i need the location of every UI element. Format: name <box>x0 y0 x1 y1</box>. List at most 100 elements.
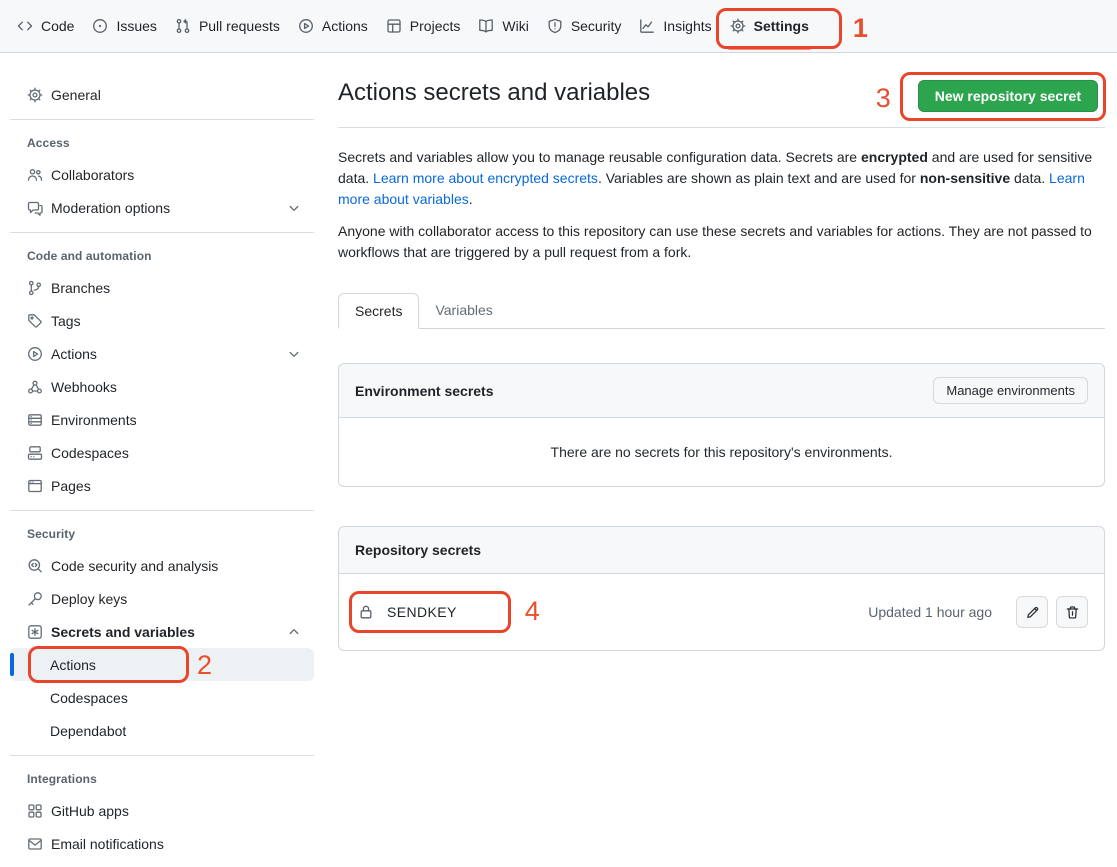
sidebar-item-tags[interactable]: Tags <box>10 304 314 337</box>
sidebar-divider <box>10 510 314 511</box>
annotation-number-4: 4 <box>525 598 540 625</box>
nav-tab-pull-requests[interactable]: Pull requests <box>166 0 289 52</box>
lock-icon <box>358 604 374 620</box>
sidebar-item-label: Branches <box>51 280 110 296</box>
project-table-icon <box>386 18 402 34</box>
secret-row: SENDKEY 4 Updated 1 hour ago <box>339 574 1104 650</box>
shield-icon <box>547 18 563 34</box>
comment-discussion-icon <box>27 200 43 216</box>
annotation-number-1: 1 <box>853 15 868 42</box>
sidebar-section-title-integrations: Integrations <box>0 764 322 794</box>
new-repository-secret-button[interactable]: New repository secret <box>918 80 1098 112</box>
sidebar-item-actions[interactable]: Actions <box>10 337 314 370</box>
sidebar-item-label: General <box>51 87 101 103</box>
annotation-number-2: 2 <box>197 652 212 679</box>
sidebar-item-label: Secrets and variables <box>51 624 195 640</box>
nav-tab-label: Issues <box>116 18 156 34</box>
manage-environments-button[interactable]: Manage environments <box>933 377 1088 404</box>
panel-title: Repository secrets <box>355 542 481 558</box>
updated-timestamp: Updated 1 hour ago <box>868 604 992 620</box>
git-branch-icon <box>27 280 43 296</box>
description-bold-encrypted: encrypted <box>861 149 928 165</box>
tab-variables[interactable]: Variables <box>419 293 508 329</box>
sidebar-divider <box>10 232 314 233</box>
sidebar-item-label: GitHub apps <box>51 803 129 819</box>
repository-secrets-header: Repository secrets <box>339 527 1104 574</box>
trash-icon <box>1065 605 1080 620</box>
title-row: Actions secrets and variables 3 New repo… <box>338 79 1105 112</box>
sidebar-item-general[interactable]: General <box>10 78 314 111</box>
sidebar-item-label: Pages <box>51 478 91 494</box>
chevron-down-icon <box>286 200 302 216</box>
sidebar-subitem-actions[interactable]: Actions 2 <box>10 648 314 681</box>
webhook-icon <box>27 379 43 395</box>
environment-secrets-panel: Environment secrets Manage environments … <box>338 363 1105 487</box>
nav-tab-label: Code <box>41 18 74 34</box>
play-icon <box>298 18 314 34</box>
sidebar-item-collaborators[interactable]: Collaborators <box>10 158 314 191</box>
description-text: data. <box>1010 170 1049 186</box>
secret-row-actions: Updated 1 hour ago <box>868 596 1088 628</box>
sidebar-item-label: Environments <box>51 412 137 428</box>
nav-tab-label: Settings <box>754 18 809 34</box>
sidebar-divider <box>10 755 314 756</box>
collaborator-access-paragraph: Anyone with collaborator access to this … <box>338 221 1098 263</box>
book-icon <box>478 18 494 34</box>
sidebar-item-code-security[interactable]: Code security and analysis <box>10 549 314 582</box>
nav-tab-label: Projects <box>410 18 461 34</box>
sidebar-subitem-codespaces[interactable]: Codespaces <box>10 681 314 714</box>
sidebar-item-deploy-keys[interactable]: Deploy keys <box>10 582 314 615</box>
nav-tab-issues[interactable]: Issues <box>83 0 165 52</box>
tab-secrets[interactable]: Secrets <box>338 293 419 329</box>
secret-name: SENDKEY <box>387 604 457 620</box>
sidebar-item-label: Moderation options <box>51 200 170 216</box>
nav-tab-actions[interactable]: Actions <box>289 0 377 52</box>
sidebar-item-moderation-options[interactable]: Moderation options <box>10 191 314 224</box>
sidebar-item-label: Deploy keys <box>51 591 127 607</box>
sidebar-item-github-apps[interactable]: GitHub apps <box>10 794 314 827</box>
sidebar-subitem-label: Codespaces <box>50 690 128 706</box>
delete-secret-button[interactable] <box>1056 596 1088 628</box>
sidebar-subitem-dependabot[interactable]: Dependabot <box>10 714 314 747</box>
environment-secrets-empty-state: There are no secrets for this repository… <box>339 418 1104 486</box>
nav-tab-code[interactable]: Code <box>8 0 83 52</box>
graph-icon <box>639 18 655 34</box>
sidebar-section-title-code-and-automation: Code and automation <box>0 241 322 271</box>
sidebar-item-environments[interactable]: Environments <box>10 403 314 436</box>
sidebar-item-codespaces[interactable]: Codespaces <box>10 436 314 469</box>
git-pull-request-icon <box>175 18 191 34</box>
codespaces-icon <box>27 445 43 461</box>
browser-icon <box>27 478 43 494</box>
key-icon <box>27 591 43 607</box>
sidebar-item-email-notifications[interactable]: Email notifications <box>10 827 314 860</box>
gear-icon <box>730 18 746 34</box>
edit-secret-button[interactable] <box>1016 596 1048 628</box>
sidebar-item-secrets-and-variables[interactable]: Secrets and variables <box>10 615 314 648</box>
nav-tab-security[interactable]: Security <box>538 0 631 52</box>
play-icon <box>27 346 43 362</box>
sidebar-item-label: Tags <box>51 313 81 329</box>
tag-icon <box>27 313 43 329</box>
chevron-up-icon <box>286 624 302 640</box>
sidebar-item-webhooks[interactable]: Webhooks <box>10 370 314 403</box>
link-encrypted-secrets[interactable]: Learn more about encrypted secrets <box>373 170 598 186</box>
description-text: Secrets and variables allow you to manag… <box>338 149 861 165</box>
description-paragraph: Secrets and variables allow you to manag… <box>338 147 1098 210</box>
settings-sidebar: General Access Collaborators Moderation … <box>0 53 322 860</box>
description-text: . Variables are shown as plain text and … <box>598 170 920 186</box>
annotation-number-3: 3 <box>876 85 891 112</box>
nav-tab-projects[interactable]: Projects <box>377 0 470 52</box>
sidebar-item-pages[interactable]: Pages <box>10 469 314 502</box>
nav-tab-insights[interactable]: Insights <box>630 0 720 52</box>
nav-tab-wiki[interactable]: Wiki <box>469 0 537 52</box>
settings-layout: General Access Collaborators Moderation … <box>0 53 1117 860</box>
environment-secrets-header: Environment secrets Manage environments <box>339 364 1104 418</box>
sidebar-item-branches[interactable]: Branches <box>10 271 314 304</box>
code-icon <box>17 18 33 34</box>
nav-tab-settings[interactable]: Settings 1 <box>721 0 818 52</box>
issue-opened-icon <box>92 18 108 34</box>
asterisk-box-icon <box>27 624 43 640</box>
secret-name-group: SENDKEY 4 <box>358 604 457 620</box>
sidebar-subitem-label: Dependabot <box>50 723 126 739</box>
sidebar-item-label: Actions <box>51 346 97 362</box>
